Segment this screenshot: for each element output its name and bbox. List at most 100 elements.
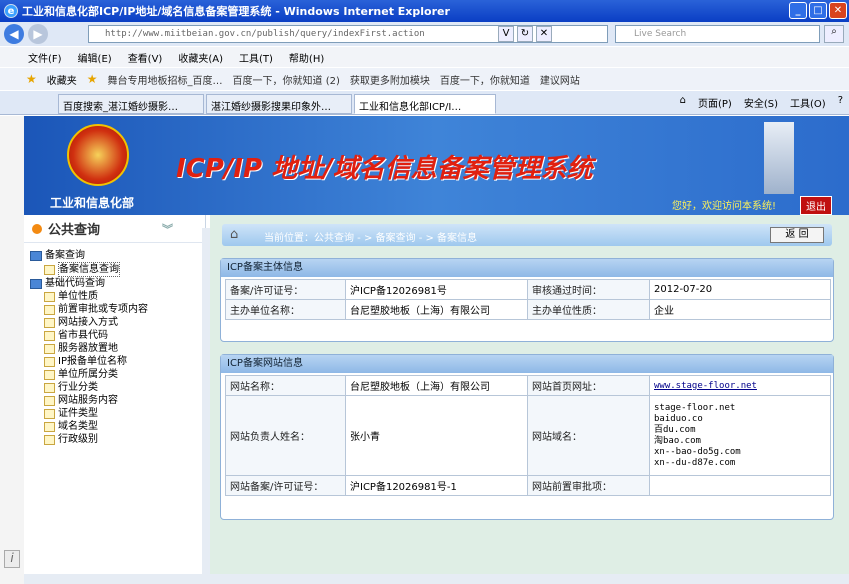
tab-label: 百度搜索_湛江婚纱摄影… — [63, 102, 178, 113]
favorite-link[interactable]: 舞台专用地板招标_百度… — [108, 72, 223, 87]
sidebar-header: 公共查询 ︾ — [24, 215, 205, 243]
stop-icon[interactable]: ✕ — [536, 26, 552, 42]
tree-item[interactable]: 网站服务内容 — [30, 394, 205, 407]
cell-value: 张小青 — [345, 395, 528, 476]
tree-item[interactable]: 前置审批或专项内容 — [30, 303, 205, 316]
tree-item[interactable]: 省市县代码 — [30, 329, 205, 342]
tree-item[interactable]: IP报备单位名称 — [30, 355, 205, 368]
panel-title: ICP备案主体信息 — [221, 259, 833, 277]
domain-item: xn--du-d87e.com — [654, 457, 736, 468]
tree-group[interactable]: 基础代码查询 — [30, 277, 205, 290]
favorite-link[interactable]: 获取更多附加模块 — [350, 72, 430, 87]
browser-tab-active[interactable]: 工业和信息化部ICP/I… — [354, 94, 496, 114]
window-title: 工业和信息化部ICP/IP地址/域名信息备案管理系统 - Windows Int… — [22, 5, 450, 18]
cell-label: 网站前置审批项： — [527, 475, 650, 496]
cell-label: 主办单位性质： — [527, 299, 650, 320]
tab-bar: 百度搜索_湛江婚纱摄影… 湛江婚纱摄影搜果印象外… 工业和信息化部ICP/I… … — [0, 91, 849, 115]
add-favorite-icon[interactable]: ★ — [87, 72, 98, 86]
domain-item: xn--bao-do5g.com — [654, 446, 741, 457]
favorites-button[interactable]: 收藏夹 — [47, 72, 77, 87]
refresh-icon[interactable]: ↻ — [517, 26, 533, 42]
tree-item[interactable]: 行政级别 — [30, 433, 205, 446]
table-row: 网站名称： 台尼塑胶地板（上海）有限公司 网站首页网址： www.stage-f… — [225, 375, 831, 396]
menu-edit[interactable]: 编辑(E) — [78, 50, 112, 65]
close-button[interactable]: ✕ — [829, 2, 847, 19]
page-menu[interactable]: 页面(P) — [698, 95, 732, 110]
tree-item[interactable]: 域名类型 — [30, 420, 205, 433]
menu-tools[interactable]: 工具(T) — [239, 50, 273, 65]
menu-help[interactable]: 帮助(H) — [289, 50, 324, 65]
welcome-text: 您好，欢迎访问本系统! — [672, 201, 777, 212]
subject-info-panel: ICP备案主体信息 备案/许可证号： 沪ICP备12026981号 审核通过时间… — [220, 258, 834, 342]
page-icon — [44, 330, 55, 341]
home-icon[interactable]: ⌂ — [230, 227, 238, 242]
search-input[interactable]: Live Search — [615, 25, 820, 43]
exit-button[interactable]: 退出 — [800, 196, 832, 215]
back-button[interactable]: 返 回 — [770, 227, 824, 243]
tree-item[interactable]: 单位性质 — [30, 290, 205, 303]
tree-item[interactable]: 备案信息查询 — [30, 262, 205, 277]
page-icon — [44, 382, 55, 393]
page-icon — [44, 304, 55, 315]
home-icon[interactable]: ⌂ — [680, 95, 686, 110]
help-icon[interactable]: ? — [838, 95, 843, 110]
breadcrumb-text: 当前位置：公共查询 - > 备案查询 - > 备案信息 — [264, 233, 478, 244]
homepage-link[interactable]: www.stage-floor.net — [654, 381, 757, 391]
tree-group[interactable]: 备案查询 — [30, 249, 205, 262]
table-row: 主办单位名称： 台尼塑胶地板（上海）有限公司 主办单位性质： 企业 — [225, 299, 831, 320]
cell-value: 沪ICP备12026981号-1 — [345, 475, 528, 496]
folder-icon — [30, 250, 42, 261]
favorite-link[interactable]: 百度一下，你就知道 (2) — [233, 72, 340, 87]
minimize-button[interactable]: _ — [789, 2, 807, 19]
cell-label: 网站首页网址： — [527, 375, 650, 396]
bottom-edge — [24, 574, 849, 584]
tree-item[interactable]: 单位所属分类 — [30, 368, 205, 381]
collapse-chevron-icon[interactable]: ︾ — [162, 221, 173, 237]
cell-value: 企业 — [649, 299, 831, 320]
domain-list: stage-floor.net baiduo.co 百du.com 淘bao.c… — [649, 395, 831, 476]
ministry-name: 工业和信息化部 — [50, 196, 135, 210]
national-emblem-icon — [67, 124, 129, 186]
browser-tab[interactable]: 百度搜索_湛江婚纱摄影… — [58, 94, 204, 114]
sidebar-scrollbar[interactable] — [202, 228, 210, 574]
tools-menu[interactable]: 工具(O) — [790, 95, 826, 110]
cell-label: 网站负责人姓名： — [225, 395, 346, 476]
favorites-star-icon: ★ — [26, 72, 37, 86]
forward-arrow-icon[interactable]: ▶ — [28, 24, 48, 44]
cell-value: 台尼塑胶地板（上海）有限公司 — [345, 375, 528, 396]
cell-label: 网站名称： — [225, 375, 346, 396]
menu-favorites[interactable]: 收藏夹(A) — [178, 50, 223, 65]
tree-group-label: 备案查询 — [45, 250, 85, 261]
tree-item-label: 省市县代码 — [58, 330, 108, 341]
menu-view[interactable]: 查看(V) — [128, 50, 163, 65]
favorite-link[interactable]: 百度一下，你就知道 — [440, 72, 530, 87]
favorite-link[interactable]: 建议网站 — [540, 72, 580, 87]
page-icon — [44, 395, 55, 406]
sidebar-title: 公共查询 — [48, 223, 101, 238]
safety-menu[interactable]: 安全(S) — [744, 95, 778, 110]
maximize-button[interactable]: □ — [809, 2, 827, 19]
back-arrow-icon[interactable]: ◀ — [4, 24, 24, 44]
sidebar-tree: 备案查询 备案信息查询 基础代码查询 单位性质 前置审批或专项内容 网站接入方式… — [24, 243, 205, 446]
cell-label: 网站备案/许可证号： — [225, 475, 346, 496]
left-strip — [0, 116, 24, 584]
page-icon — [44, 317, 55, 328]
tree-item[interactable]: 服务器放置地 — [30, 342, 205, 355]
tree-item-label: 备案信息查询 — [58, 262, 120, 277]
tree-item[interactable]: 证件类型 — [30, 407, 205, 420]
cell-label: 网站域名： — [527, 395, 650, 476]
tree-item[interactable]: 行业分类 — [30, 381, 205, 394]
cell-label: 备案/许可证号： — [225, 279, 346, 300]
page-icon — [44, 408, 55, 419]
site-table: 网站名称： 台尼塑胶地板（上海）有限公司 网站首页网址： www.stage-f… — [225, 375, 831, 496]
info-icon[interactable]: i — [4, 550, 20, 568]
page-icon — [44, 264, 55, 275]
cell-label: 审核通过时间： — [527, 279, 650, 300]
page-icon — [44, 421, 55, 432]
compatibility-icon[interactable]: V — [498, 26, 514, 42]
tree-item[interactable]: 网站接入方式 — [30, 316, 205, 329]
browser-tab[interactable]: 湛江婚纱摄影搜果印象外… — [206, 94, 352, 114]
cell-value: 2012-07-20 — [649, 279, 831, 300]
search-icon[interactable]: ⌕ — [824, 25, 844, 43]
menu-file[interactable]: 文件(F) — [28, 50, 62, 65]
